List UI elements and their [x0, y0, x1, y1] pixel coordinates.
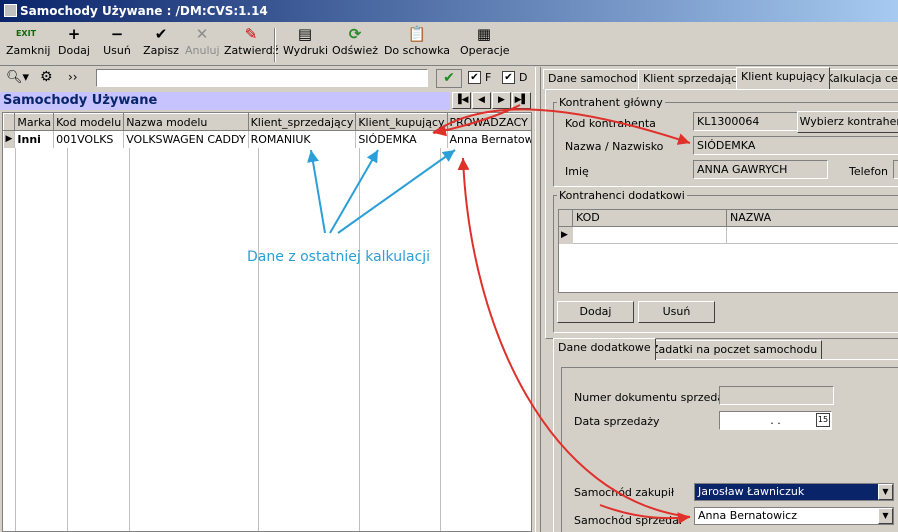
red-arrows: [432, 104, 691, 525]
blue-arrows: [307, 149, 456, 234]
blue-arrow-prowadzacy: [337, 149, 456, 234]
red-arrow-kontrahent: [432, 108, 691, 145]
tab-klient-kupujacy[interactable]: Klient kupujący: [736, 67, 831, 89]
red-arrow-to-combo: [599, 504, 691, 525]
tab-dane-dodatkowe[interactable]: Dane dodatkowe: [553, 338, 656, 360]
blue-arrow-sprzedajacy: [307, 149, 326, 234]
